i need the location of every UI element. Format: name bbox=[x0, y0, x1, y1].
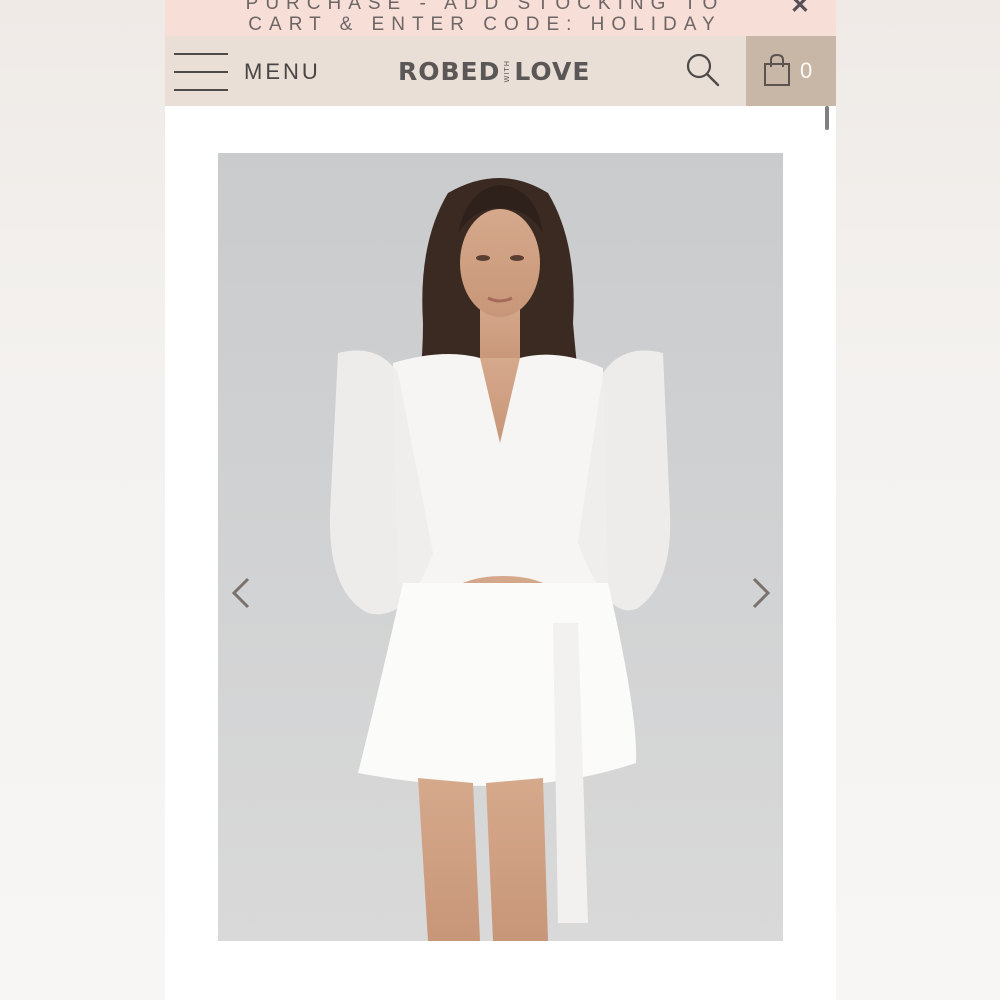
site-header: MENU ROBED WITH LOVE 0 bbox=[165, 36, 836, 106]
shopping-bag-icon bbox=[762, 53, 792, 92]
hamburger-line bbox=[174, 89, 228, 91]
hamburger-line bbox=[174, 71, 228, 73]
chevron-right-icon[interactable] bbox=[740, 573, 780, 613]
backdrop-left bbox=[0, 0, 165, 1000]
cart-button[interactable]: 0 bbox=[746, 36, 836, 106]
mobile-page: PURCHASE - ADD STOCKING TO CART & ENTER … bbox=[165, 0, 836, 1000]
promo-text-line-1: PURCHASE - ADD STOCKING TO bbox=[245, 0, 725, 14]
brand-logo[interactable]: ROBED WITH LOVE bbox=[398, 54, 590, 88]
promo-text-line-2: CART & ENTER CODE: HOLIDAY bbox=[248, 14, 722, 35]
hamburger-line bbox=[174, 53, 228, 55]
logo-word-with: WITH bbox=[503, 59, 512, 83]
logo-word-love: LOVE bbox=[514, 56, 591, 86]
backdrop-right bbox=[836, 0, 1000, 1000]
cart-count: 0 bbox=[800, 58, 813, 83]
close-icon[interactable]: ✕ bbox=[790, 0, 810, 18]
model-photo bbox=[218, 153, 783, 941]
product-image[interactable] bbox=[218, 153, 783, 941]
scrollbar-thumb[interactable] bbox=[825, 106, 829, 130]
search-icon[interactable] bbox=[685, 52, 721, 88]
hamburger-icon[interactable] bbox=[174, 53, 228, 91]
chevron-left-icon[interactable] bbox=[222, 573, 262, 613]
logo-word-robed: ROBED bbox=[398, 56, 501, 86]
menu-button[interactable]: MENU bbox=[244, 59, 321, 85]
promo-banner: PURCHASE - ADD STOCKING TO CART & ENTER … bbox=[165, 0, 836, 36]
